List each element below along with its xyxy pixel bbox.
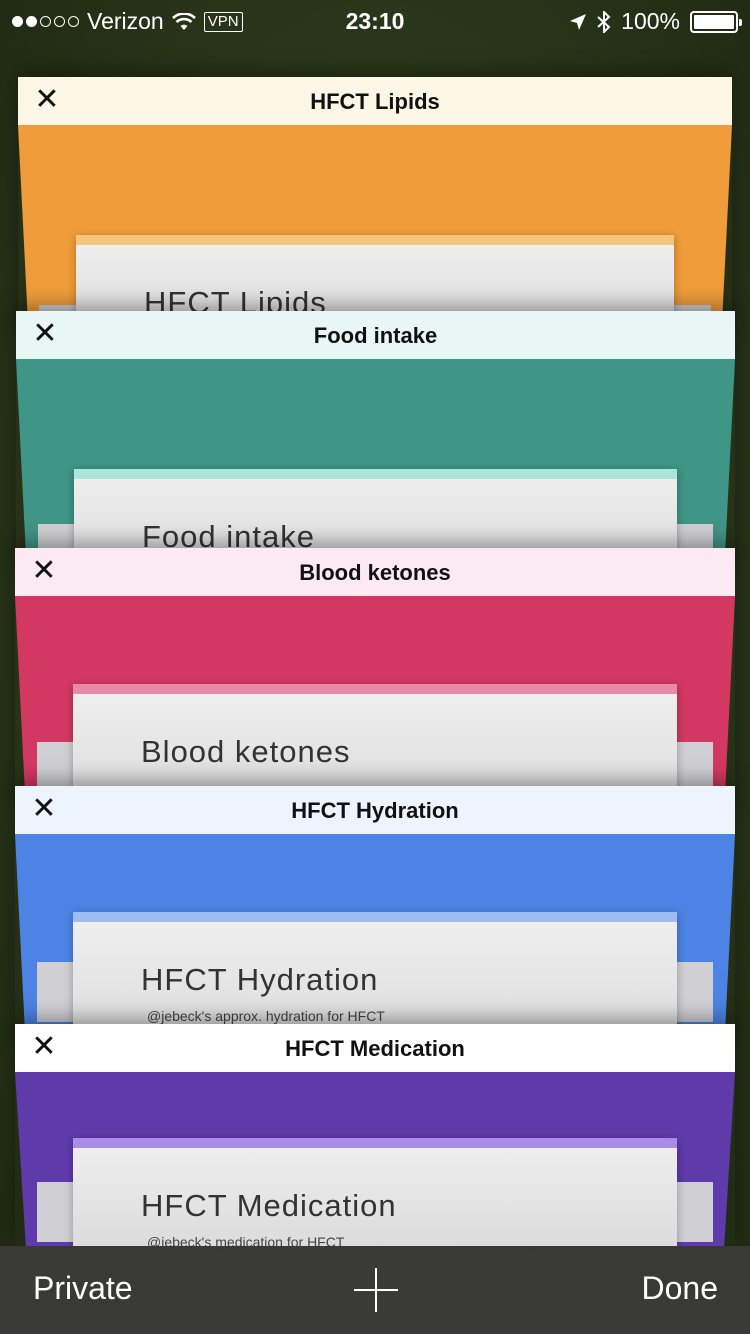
page-accent-bar (73, 684, 677, 694)
tab-card[interactable]: ✕ HFCT Hydration HFCT Hydration @jebeck'… (15, 786, 735, 1048)
tab-page-preview: Food intake (16, 359, 735, 571)
done-button[interactable]: Done (642, 1270, 719, 1307)
tab-card[interactable]: ✕ Blood ketones Blood ketones (15, 548, 735, 810)
tab-header: ✕ HFCT Hydration (15, 786, 735, 834)
page-heading: Blood ketones (141, 734, 351, 769)
tab-title: Food intake (313, 323, 438, 348)
page-accent-bar (74, 469, 677, 479)
tab-card[interactable]: ✕ HFCT Lipids HFCT Lipids (18, 77, 732, 337)
private-button[interactable]: Private (33, 1270, 133, 1307)
tab-card[interactable]: ✕ Food intake Food intake (16, 311, 735, 571)
tab-header: ✕ HFCT Medication (15, 1024, 735, 1072)
tab-title: HFCT Lipids (310, 89, 440, 114)
page-accent-bar (76, 235, 674, 245)
page-accent-bar (73, 1138, 677, 1148)
location-arrow-icon (570, 13, 587, 30)
tab-page-preview: HFCT Medication @jebeck's medication for… (15, 1072, 735, 1246)
page-heading: HFCT Medication (141, 1188, 397, 1223)
page-card: HFCT Medication @jebeck's medication for… (73, 1138, 677, 1246)
tab-page-preview: Blood ketones (15, 596, 735, 810)
page-heading: HFCT Hydration (141, 962, 379, 997)
new-tab-plus-icon[interactable] (354, 1268, 398, 1312)
tab-title: Blood ketones (299, 560, 451, 585)
tab-page-preview: HFCT Lipids (18, 125, 732, 337)
tab-card[interactable]: ✕ HFCT Medication HFCT Medication @jebec… (15, 1024, 735, 1246)
page-subtitle: @jebeck's approx. hydration for HFCT (147, 1008, 385, 1024)
status-bar: Verizon VPN 23:10 100% (0, 0, 750, 40)
tab-title: HFCT Medication (285, 1036, 465, 1061)
battery-icon (690, 10, 742, 33)
page-subtitle: @jebeck's medication for HFCT (147, 1234, 345, 1246)
page-accent-bar (73, 912, 677, 922)
tab-switcher-toolbar: Private Done (0, 1246, 750, 1334)
battery-percent: 100% (621, 8, 680, 34)
tab-page-preview: HFCT Hydration @jebeck's approx. hydrati… (15, 834, 735, 1048)
tab-title: HFCT Hydration (291, 798, 459, 823)
tab-header: ✕ HFCT Lipids (18, 77, 732, 125)
tab-header: ✕ Blood ketones (15, 548, 735, 596)
tab-header: ✕ Food intake (16, 311, 735, 359)
bluetooth-icon (597, 10, 611, 33)
